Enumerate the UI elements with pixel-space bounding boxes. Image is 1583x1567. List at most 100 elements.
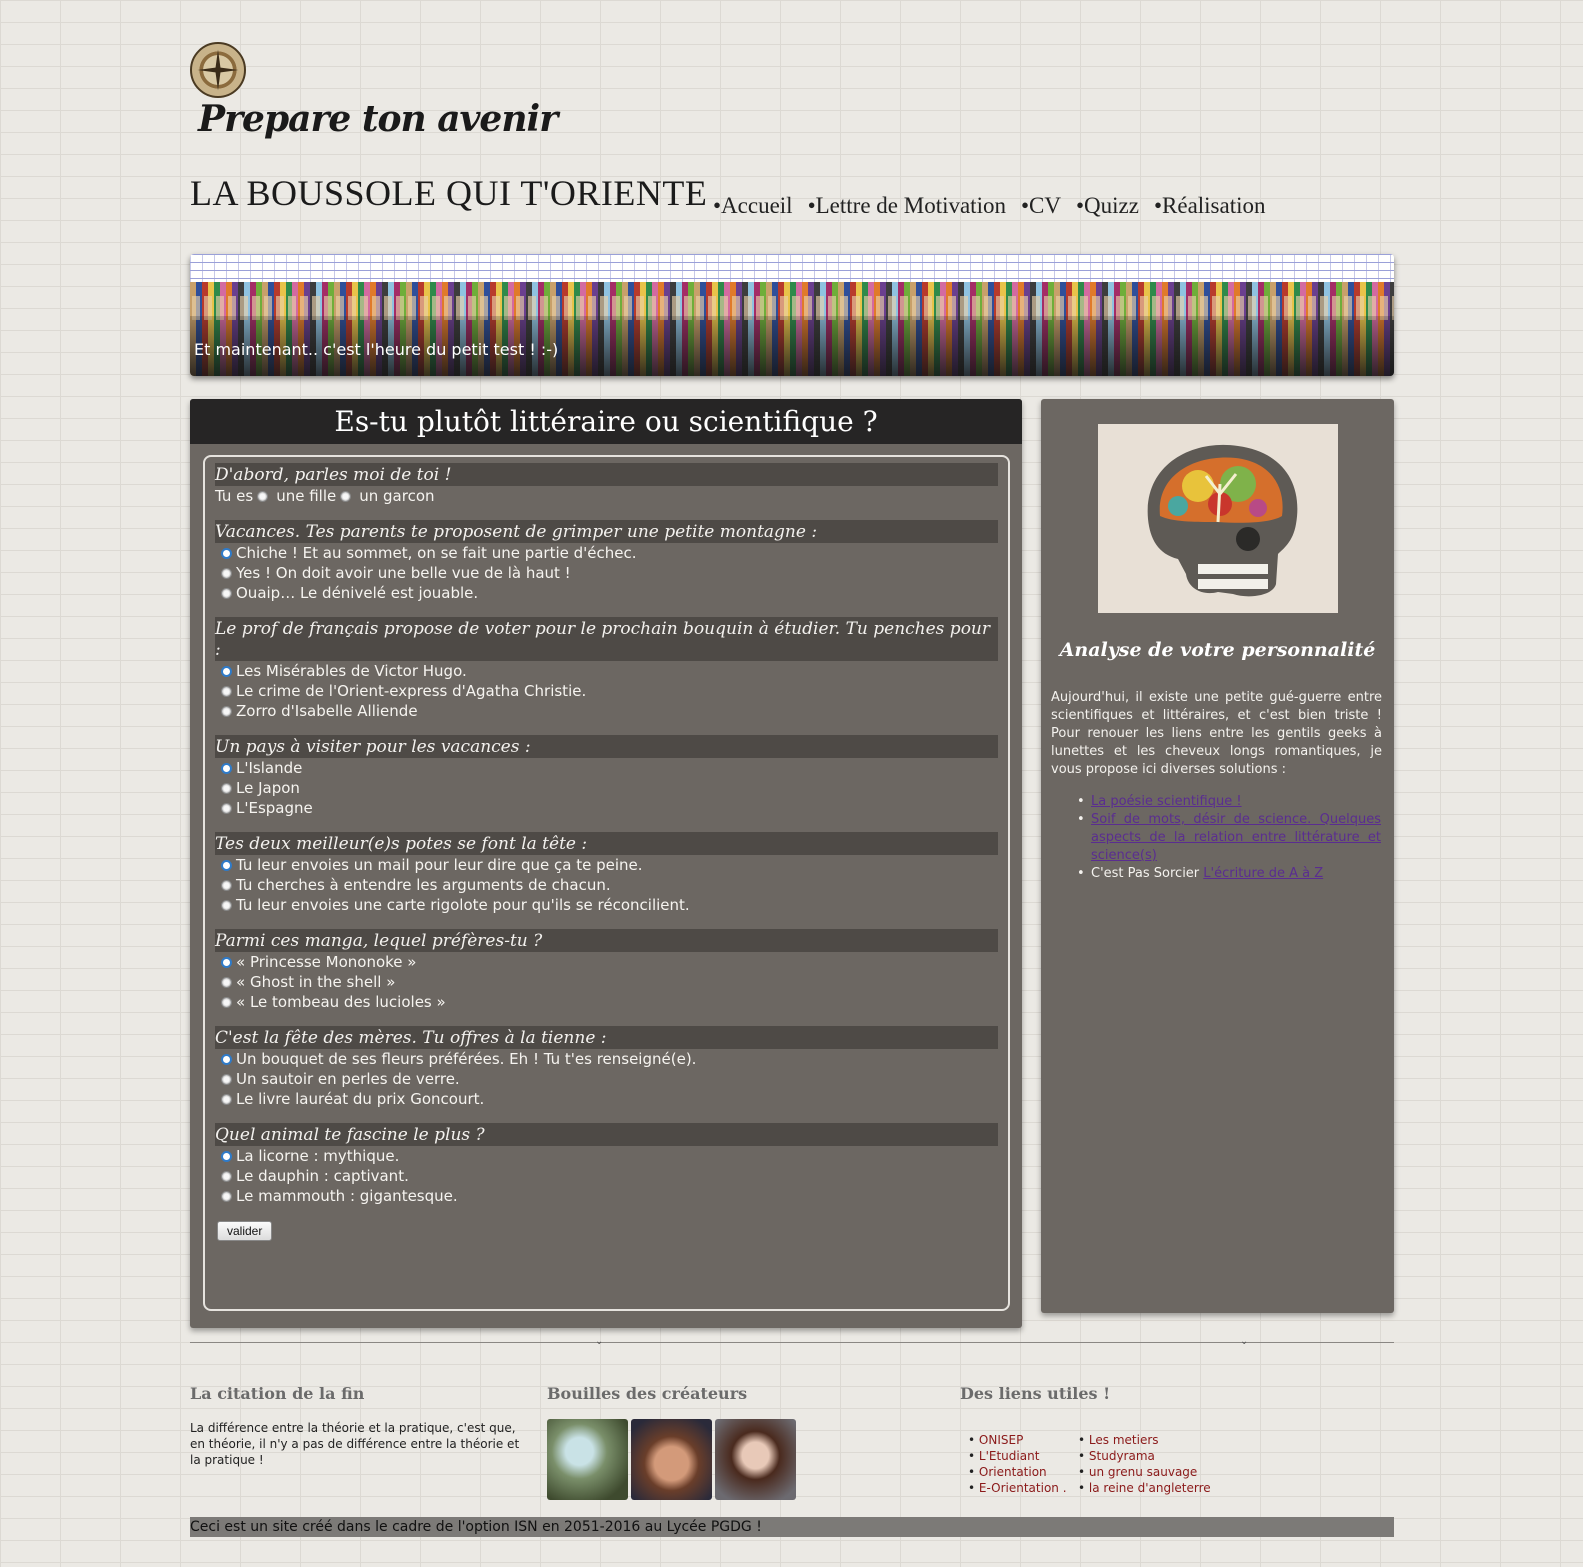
list-item[interactable]: L'Etudiant (968, 1448, 1067, 1464)
submit-button[interactable]: valider (217, 1221, 273, 1241)
answer-option[interactable]: Les Misérables de Victor Hugo. (215, 661, 998, 681)
answer-option[interactable]: Le dauphin : captivant. (215, 1166, 998, 1186)
tagline: Prepare ton avenir (198, 98, 558, 140)
radio-button[interactable] (221, 976, 232, 988)
answer-option[interactable]: La licorne : mythique. (215, 1146, 998, 1166)
answer-option[interactable]: L'Espagne (215, 798, 998, 818)
radio-button[interactable] (221, 996, 232, 1008)
option-label: L'Espagne (236, 799, 313, 817)
radio-button[interactable] (221, 665, 232, 677)
link-ecriture-a-z[interactable]: L'écriture de A à Z (1203, 866, 1323, 881)
list-item[interactable]: Orientation (968, 1464, 1067, 1480)
radio-button[interactable] (221, 1190, 232, 1202)
main-nav: •Accueil •Lettre de Motivation •CV •Quiz… (713, 193, 1266, 219)
list-item[interactable]: ONISEP (968, 1432, 1067, 1448)
skull-brain-image (1098, 424, 1338, 613)
option-label: Yes ! On doit avoir une belle vue de là … (236, 564, 571, 582)
answer-option[interactable]: Chiche ! Et au sommet, on se fait une pa… (215, 543, 998, 563)
radio-button[interactable] (221, 547, 232, 559)
nav-lettre-de-motivation[interactable]: •Lettre de Motivation (808, 193, 1006, 219)
question-heading: Parmi ces manga, lequel préfères-tu ? (215, 929, 998, 952)
radio-button[interactable] (221, 1093, 232, 1105)
option-label: Les Misérables de Victor Hugo. (236, 662, 467, 680)
radio-button[interactable] (221, 899, 232, 911)
answer-option[interactable]: Le crime de l'Orient-express d'Agatha Ch… (215, 681, 998, 701)
radio-button[interactable] (221, 802, 232, 814)
radio-button[interactable] (221, 1150, 232, 1162)
answer-option[interactable]: Le mammouth : gigantesque. (215, 1186, 998, 1206)
compass-logo-icon (190, 42, 246, 98)
radio-button[interactable] (221, 859, 232, 871)
radio-button[interactable] (221, 567, 232, 579)
option-label: L'Islande (236, 759, 303, 777)
question-heading: Un pays à visiter pour les vacances : (215, 735, 998, 758)
radio-button[interactable] (221, 1073, 232, 1085)
list-item: Soif de mots, désir de science. Quelques… (1077, 811, 1381, 865)
answer-option[interactable]: Le Japon (215, 778, 998, 798)
answer-option[interactable]: Zorro d'Isabelle Alliende (215, 701, 998, 721)
quote-title: La citation de la fin (190, 1384, 365, 1403)
option-label: « Ghost in the shell » (236, 973, 396, 991)
answer-option[interactable]: Yes ! On doit avoir une belle vue de là … (215, 563, 998, 583)
option-label: Tu leur envoies une carte rigolote pour … (236, 896, 690, 914)
option-label: un garcon (359, 487, 435, 505)
link-soif-de-mots[interactable]: Soif de mots, désir de science. Quelques… (1091, 812, 1381, 863)
radio-button[interactable] (221, 1053, 232, 1065)
quiz-form: D'abord, parles moi de toi ! Tu es une f… (203, 455, 1010, 1311)
quiz-panel: Es-tu plutôt littéraire ou scientifique … (190, 399, 1022, 1328)
question-list: Vacances. Tes parents te proposent de gr… (215, 520, 998, 1206)
link-poesie-scientifique[interactable]: La poésie scientifique ! (1091, 794, 1242, 809)
radio-button[interactable] (221, 762, 232, 774)
list-item[interactable]: E-Orientation . (968, 1480, 1067, 1496)
nav-quizz[interactable]: •Quizz (1076, 193, 1139, 219)
radio-button[interactable] (221, 587, 232, 599)
radio-button[interactable] (221, 685, 232, 697)
answer-option[interactable]: Le livre lauréat du prix Goncourt. (215, 1089, 998, 1109)
nav-accueil[interactable]: •Accueil (713, 193, 793, 219)
option-label: Un sautoir en perles de verre. (236, 1070, 460, 1088)
radio-button[interactable] (221, 956, 232, 968)
list-item[interactable]: Les metiers (1078, 1432, 1211, 1448)
sidebar-title: Analyse de votre personnalité (1059, 639, 1376, 661)
answer-option[interactable]: Ouaip… Le dénivelé est jouable. (215, 583, 998, 603)
nav-cv[interactable]: •CV (1021, 193, 1061, 219)
answer-option[interactable]: Tu leur envoies une carte rigolote pour … (215, 895, 998, 915)
gender-options: Tu es une fille un garcon (215, 486, 998, 506)
list-item[interactable]: la reine d'angleterre (1078, 1480, 1211, 1496)
option-label: Ouaip… Le dénivelé est jouable. (236, 584, 479, 602)
question-heading: C'est la fête des mères. Tu offres à la … (215, 1026, 998, 1049)
option-label: « Princesse Mononoke » (236, 953, 417, 971)
creator-photos (547, 1419, 796, 1500)
question-heading: Vacances. Tes parents te proposent de gr… (215, 520, 998, 543)
answer-option[interactable]: Tu leur envoies un mail pour leur dire q… (215, 855, 998, 875)
question-heading: Tes deux meilleur(e)s potes se font la t… (215, 832, 998, 855)
answer-option[interactable]: « Le tombeau des lucioles » (215, 992, 998, 1012)
quote-text: La différence entre la théorie et la pra… (190, 1421, 520, 1467)
banner: Et maintenant.. c'est l'heure du petit t… (190, 254, 1394, 376)
avatar (547, 1419, 628, 1500)
radio-button[interactable] (340, 490, 352, 502)
answer-option[interactable]: « Princesse Mononoke » (215, 952, 998, 972)
radio-button[interactable] (257, 490, 269, 502)
answer-option[interactable]: L'Islande (215, 758, 998, 778)
question-options: La licorne : mythique. Le dauphin : capti… (215, 1146, 998, 1206)
nav-realisation[interactable]: •Réalisation (1154, 193, 1266, 219)
list-item[interactable]: Studyrama (1078, 1448, 1211, 1464)
radio-button[interactable] (221, 1170, 232, 1182)
answer-option[interactable]: Tu cherches à entendre les arguments de … (215, 875, 998, 895)
list-item: C'est Pas Sorcier L'écriture de A à Z (1077, 865, 1381, 883)
radio-button[interactable] (221, 705, 232, 717)
answer-option[interactable]: Un sautoir en perles de verre. (215, 1069, 998, 1089)
option-label: « Le tombeau des lucioles » (236, 993, 446, 1011)
radio-button[interactable] (221, 782, 232, 794)
answer-option[interactable]: Un bouquet de ses fleurs préférées. Eh !… (215, 1049, 998, 1069)
avatar (631, 1419, 712, 1500)
answer-option[interactable]: « Ghost in the shell » (215, 972, 998, 992)
radio-button[interactable] (221, 879, 232, 891)
list-item[interactable]: un grenu sauvage (1078, 1464, 1211, 1480)
option-label: Le mammouth : gigantesque. (236, 1187, 458, 1205)
link-prefix: C'est Pas Sorcier (1091, 866, 1204, 881)
creators-title: Bouilles des créateurs (547, 1384, 748, 1403)
sidebar: Analyse de votre personnalité Aujourd'hu… (1041, 399, 1394, 1313)
question-options: Tu leur envoies un mail pour leur dire q… (215, 855, 998, 915)
